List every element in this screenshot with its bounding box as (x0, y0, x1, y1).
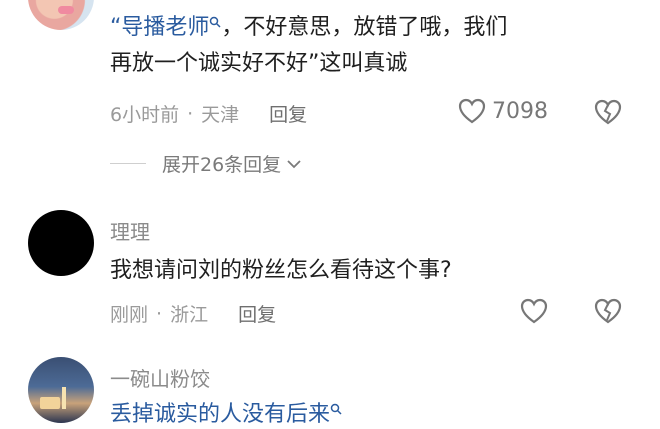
expand-replies-label: 展开26条回复 (162, 154, 282, 176)
search-icon (330, 403, 342, 415)
location: 天津 (201, 104, 240, 126)
dislike-button[interactable] (594, 99, 622, 125)
mention-link[interactable]: “导播老师 (110, 15, 209, 40)
comment-text: 丢掉诚实的人没有后来 (110, 397, 630, 429)
heart-icon (520, 298, 548, 324)
comment-meta: 6小时前 · 天津 回复 (110, 100, 307, 127)
search-icon (210, 16, 221, 28)
location: 浙江 (170, 304, 209, 326)
avatar[interactable] (28, 357, 94, 423)
reply-button[interactable]: 回复 (238, 300, 276, 327)
avatar-castle (40, 397, 60, 409)
comment-text: 我想请问刘的粉丝怎么看待这个事? (110, 258, 452, 283)
avatar-tower (62, 387, 66, 409)
reply-button[interactable]: 回复 (269, 100, 307, 127)
broken-heart-icon (594, 298, 622, 324)
search-link[interactable]: 丢掉诚实的人没有后来 (110, 402, 330, 427)
dislike-button[interactable] (594, 298, 622, 324)
comment-text-line1: ，不好意思，放错了哦，我们 (221, 15, 508, 40)
separator-dot: · (156, 302, 163, 325)
heart-icon (458, 98, 486, 124)
username[interactable]: 一碗山粉饺 (110, 363, 210, 392)
separator-dot: · (187, 102, 194, 125)
like-button[interactable] (520, 298, 548, 324)
comment-meta: 刚刚 · 浙江 回复 (110, 300, 276, 327)
comment-text-line2: 再放一个诚实好不好”这叫真诚 (110, 51, 408, 76)
chevron-down-icon (287, 159, 301, 168)
like-count: 7098 (492, 98, 548, 124)
like-button[interactable]: 7098 (458, 98, 548, 124)
username[interactable]: 理理 (110, 216, 150, 245)
divider (110, 163, 146, 164)
timestamp: 6小时前 (110, 104, 180, 126)
avatar[interactable] (28, 210, 94, 276)
comment-text: “导播老师 ，不好意思，放错了哦，我们 再放一个诚实好不好”这叫真诚 (110, 10, 630, 82)
timestamp: 刚刚 (110, 304, 149, 326)
avatar[interactable] (28, 0, 94, 30)
broken-heart-icon (594, 99, 622, 125)
expand-replies[interactable]: 展开26条回复 (110, 150, 301, 177)
